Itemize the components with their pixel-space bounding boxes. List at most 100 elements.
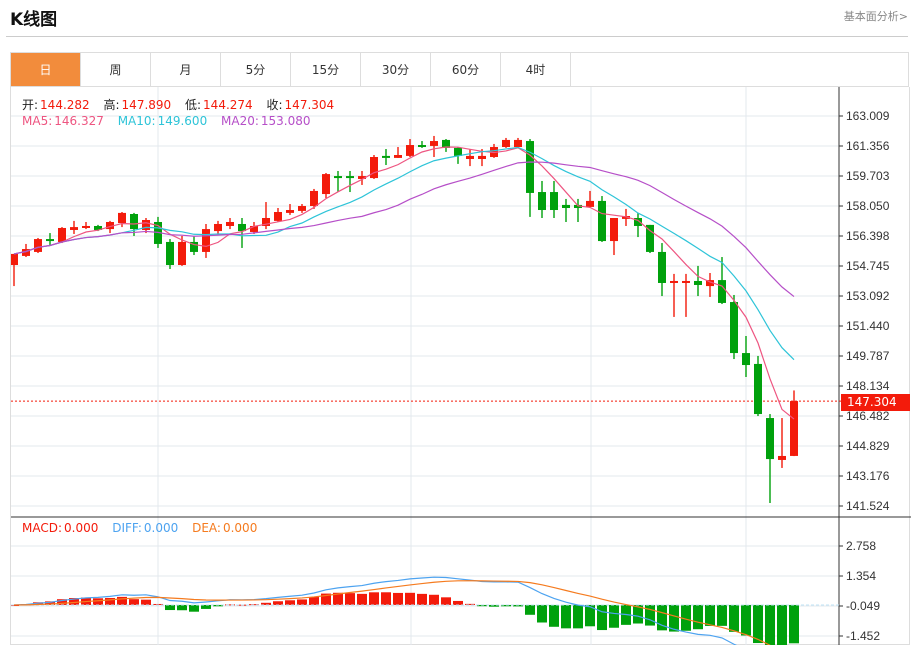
candle-body: [742, 353, 750, 366]
candle-body: [82, 225, 90, 228]
candle-body: [538, 192, 546, 211]
tab-60min[interactable]: 60分: [431, 53, 501, 86]
macd-histogram-bar: [189, 604, 199, 612]
price-tick-label: 149.787: [846, 349, 890, 363]
candle-body: [418, 145, 426, 148]
macd-histogram-bar: [789, 604, 799, 644]
candle-body: [610, 217, 618, 242]
macd-histogram-bar: [645, 604, 655, 626]
chart-canvas[interactable]: 163.009 161.356 159.703 158.050 156.398 154.7…: [11, 87, 911, 645]
tab-day[interactable]: 日: [11, 53, 81, 86]
macd-histogram-bar: [405, 592, 415, 605]
candle-body: [670, 280, 678, 283]
kline-chart[interactable]: 163.009 161.356 159.703 158.050 156.398 154.7…: [10, 87, 911, 645]
price-tick-label: 141.524: [846, 499, 890, 513]
candle-body: [382, 155, 390, 158]
candle-body: [214, 223, 222, 232]
candle-body: [118, 212, 126, 224]
candle-body: [790, 401, 798, 456]
candle-body: [178, 241, 186, 266]
tab-week[interactable]: 周: [81, 53, 151, 86]
candle-body: [58, 227, 66, 242]
macd-tick-label: 1.354: [846, 569, 876, 583]
candle-body: [778, 455, 786, 460]
ma5-line: [13, 146, 795, 420]
tab-30min[interactable]: 30分: [361, 53, 431, 86]
candle-body: [694, 280, 702, 285]
macd-histogram-bar: [441, 597, 451, 605]
ma10-line: [13, 146, 795, 361]
candle-body: [406, 145, 414, 156]
candle-body: [598, 200, 606, 242]
macd-histogram-bar: [609, 604, 619, 628]
price-tick-label: 161.356: [846, 139, 890, 153]
macd-histogram-bar: [309, 597, 319, 605]
candle-body: [226, 221, 234, 226]
candle-body: [658, 251, 666, 283]
candle-body: [466, 155, 474, 160]
macd-histogram-bar: [717, 604, 727, 626]
macd-histogram-bar: [525, 604, 535, 615]
macd-histogram-bar: [141, 599, 151, 605]
tab-15min[interactable]: 15分: [291, 53, 361, 86]
tab-4hour[interactable]: 4时: [501, 53, 571, 86]
price-tick-label: 148.134: [846, 379, 890, 393]
ma20-line: [13, 161, 795, 298]
candle-body: [46, 239, 54, 242]
macd-histogram-bar: [741, 604, 751, 636]
candle-body: [502, 139, 510, 148]
macd-histogram-bar: [537, 604, 547, 623]
low-label: 低:: [185, 98, 202, 112]
price-tick-label: 158.050: [846, 199, 890, 213]
divider: [6, 36, 908, 37]
candle-body: [286, 210, 294, 213]
candle-body: [730, 302, 738, 354]
open-label: 开:: [22, 98, 39, 112]
macd-histogram-bar: [429, 594, 439, 605]
macd-tick-label: -0.049: [846, 599, 880, 613]
macd-histogram-bar: [453, 600, 463, 605]
candle-body: [34, 239, 42, 252]
ohlc-legend: 开: 144.282 高: 147.890 低: 144.274 收: 147.304: [22, 96, 336, 113]
macd-histogram-bar: [129, 599, 139, 605]
macd-histogram-bar: [573, 604, 583, 629]
ma10-value: 149.600: [157, 114, 208, 128]
macd-histogram-bar: [777, 604, 787, 645]
fundamental-analysis-link[interactable]: 基本面分析>: [844, 8, 908, 24]
current-price-label: 147.304: [841, 394, 910, 411]
macd-histogram-bar: [705, 604, 715, 626]
tab-month[interactable]: 月: [151, 53, 221, 86]
candle-body: [586, 200, 594, 207]
candle-body: [766, 418, 774, 460]
macd-histogram-bar: [357, 593, 367, 605]
close-label: 收:: [266, 98, 283, 112]
tab-5min[interactable]: 5分: [221, 53, 291, 86]
candle-body: [130, 214, 138, 230]
macd-histogram-bar: [417, 593, 427, 605]
page-title: K线图: [10, 10, 58, 30]
macd-histogram-bar: [381, 592, 391, 605]
dea-label: DEA:: [192, 521, 221, 535]
price-tick-label: 153.092: [846, 289, 890, 303]
candle-body: [754, 363, 762, 415]
macd-histogram-bar: [177, 604, 187, 611]
high-label: 高:: [103, 98, 120, 112]
macd-tick-label: -1.452: [846, 629, 880, 643]
macd-tick-label: 2.758: [846, 539, 876, 553]
macd-histogram-bar: [273, 601, 283, 605]
candle-body: [478, 155, 486, 160]
macd-histogram-bar: [549, 604, 559, 627]
price-tick-label: 143.176: [846, 469, 890, 483]
close-value: 147.304: [284, 98, 335, 112]
macd-histogram-bar: [201, 604, 211, 609]
candle-body: [682, 280, 690, 283]
candle-body: [310, 190, 318, 207]
macd-legend: MACD: 0.000 DIFF: 0.000 DEA: 0.000: [22, 521, 259, 535]
ma5-value: 146.327: [54, 114, 104, 128]
period-tabs: 日 周 月 5分 15分 30分 60分 4时: [10, 52, 909, 87]
candle-body: [334, 176, 342, 179]
price-tick-label: 156.398: [846, 229, 890, 243]
macd-histogram-bar: [753, 604, 763, 644]
macd-histogram-bar: [693, 604, 703, 630]
candle-body: [11, 253, 18, 266]
